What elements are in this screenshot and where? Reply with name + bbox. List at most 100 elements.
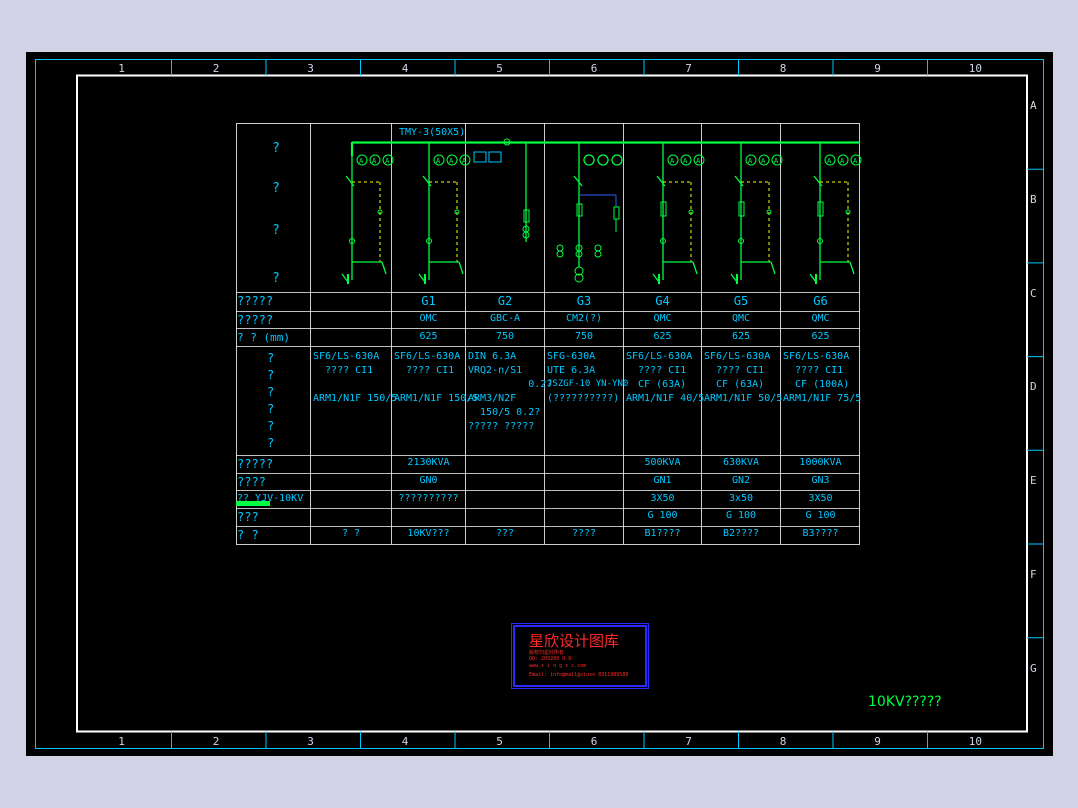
panel-circuit-cell: GN0 [419,475,438,486]
label-equip-2: ? [267,368,275,382]
svg-text:A: A [372,157,377,165]
panel-equipment-line: JSZGF-10 YN-YN0 [547,379,629,389]
panel-note-cell: B3???? [802,528,839,539]
panel-cable-cell: 3X50 [650,493,675,504]
panel-circuit-cell: GN1 [653,475,672,486]
label-ct: ??? [237,510,259,524]
svg-text:A: A [827,157,832,165]
panel-cap-cell: 1000KVA [799,457,842,468]
panel-equipment-line: SF6/LS-630A [704,351,771,362]
panel-equipment-line: SFG-630A [547,351,596,362]
panel-equipment-line: 0.2? [468,379,553,390]
label-cable: ?? YJV-10KV [237,493,304,504]
panel-equipment-line: SF6/LS-630A [394,351,461,362]
panel-note-cell: ??? [495,528,515,539]
label-panel-type: ????? [237,313,274,327]
label-equip-1: ? [267,351,275,365]
panel-equipment-line: (??????????) [547,393,620,404]
label-equip-3: ? [267,385,275,399]
label-panel-id: ????? [237,294,274,308]
panel-note-cell: ???? [571,528,597,539]
panel-equipment-line: SF6/LS-630A [626,351,693,362]
svg-text:A: A [436,157,441,165]
label-equip-4: ? [267,402,275,416]
frame-col-label-bottom: 3 [307,735,314,748]
feeder-symbol: AAA [341,142,394,284]
label-diagram-3: ? [272,223,280,238]
panel-equipment-line: ???? CI1 [783,365,844,376]
label-note: ? ? [237,528,259,542]
panel-equipment-line: ARM1/N1F 75/5 [783,393,862,404]
svg-text:A: A [696,157,701,165]
panel-size-cell: 625 [811,331,830,342]
frame-row-label: C [1030,286,1037,300]
svg-text:A: A [359,157,364,165]
panel-equipment-line: CF (63A) [704,379,765,390]
panel-equipment-line: ARM1/N1F 150/5 [313,393,398,404]
feeder-symbol: AAA [652,142,705,284]
panel-type-cell: QMC [811,313,830,324]
panel-equipment-line: DIN 6.3A [468,351,517,362]
panel-size-cell: 750 [574,331,594,342]
panel-ct-cell: G 100 [725,510,757,521]
frame-row-label: A [1030,99,1037,113]
panel-equipment-line: CF (63A) [626,379,687,390]
panel-equipment-line: VRQ2-n/S1 [468,365,523,376]
frame-col-label-top: 9 [874,62,881,75]
frame-col-label-top: 5 [496,62,503,75]
feeder-symbol: AAA [418,142,471,284]
panel-id-cell: G1 [421,294,436,308]
drawing-sheet: AAAAAAAAAAAAAAA TMY-3(50X5) ? ? ? ? ????… [26,52,1053,756]
svg-text:A: A [761,157,766,165]
panel-cap-cell: 630KVA [722,457,760,468]
panel-size-cell: 625 [419,331,438,342]
panel-id-cell: G3 [576,294,592,308]
panel-id-cell: G2 [497,294,513,308]
frame-row-label: G [1030,661,1037,675]
label-capacity: ????? [237,457,274,471]
panel-equipment-line: CF (100A) [783,379,850,390]
svg-text:A: A [449,157,454,165]
panel-equipment-line: 150/5 0.2? [468,407,541,418]
panel-equipment-line: ???? CI1 [313,365,374,376]
panel-ct-cell: G 100 [647,510,678,521]
label-equip-6: ? [267,436,275,450]
panel-note-cell: B1???? [644,528,681,539]
panel-id-cell: G4 [655,294,670,308]
stamp-line-4: Email: info@mail@xinxn 0311989589 [529,672,629,678]
frame-col-label-bottom: 7 [685,735,692,748]
svg-text:A: A [748,157,753,165]
panel-equipment-line: ???? CI1 [704,365,765,376]
panel-cap-cell: 500KVA [644,457,681,468]
single-line-diagram: AAAAAAAAAAAAAAA [341,138,862,284]
bus-label: TMY-3(50X5) [399,127,466,138]
label-diagram-1: ? [272,141,280,156]
panel-equipment-line: ????? ????? [468,421,535,432]
frame-col-label-bottom: 6 [590,735,598,748]
svg-text:A: A [853,157,858,165]
panel-equipment-line: ???? CI1 [626,365,687,376]
panel-cap-cell: 2130KVA [407,457,450,468]
svg-text:A: A [385,157,390,165]
panel-size-cell: 750 [495,331,515,342]
label-circuit: ???? [237,475,266,489]
label-diagram-2: ? [272,181,280,196]
svg-text:A: A [462,157,467,165]
panel-id-cell: G5 [733,294,749,308]
stamp-line-1: 版权归星欣所有 [529,650,565,656]
frame-col-label-top: 3 [307,62,314,75]
panel-equipment-line: UTE 6.3A [547,365,596,376]
panel-cable-cell: 3x50 [728,493,754,504]
frame-col-label-top: 2 [212,62,220,75]
frame-col-label-top: 4 [401,62,409,75]
frame-col-label-top: 7 [685,62,692,75]
panel-equipment-line: SF6/LS-630A [783,351,850,362]
title-stamp: 星欣设计图库 版权归星欣所有 QQ: 289289 9.9 www.x i n … [513,625,647,687]
panel-circuit-cell: GN3 [811,475,830,486]
panel-size-cell: 625 [731,331,751,342]
frame-col-label-bottom: 2 [212,735,220,748]
panel-cable-cell: ?????????? [398,493,459,504]
svg-text:A: A [670,157,675,165]
panel-note-cell: B2???? [722,528,760,539]
frame-row-label: D [1030,380,1037,394]
